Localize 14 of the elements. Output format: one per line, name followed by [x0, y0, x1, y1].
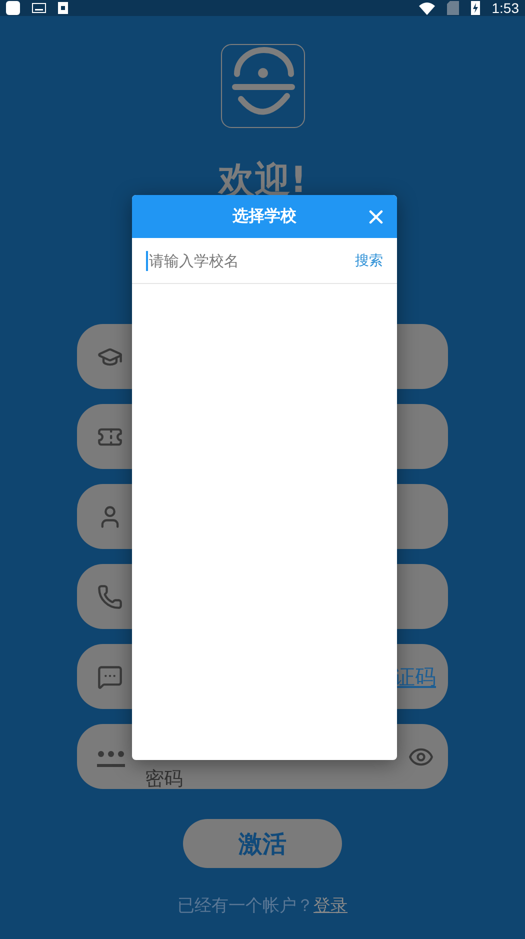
login-link[interactable]: 登录: [314, 894, 348, 917]
app-notification-icon: [6, 1, 20, 15]
message-icon: [97, 664, 123, 690]
phone-icon: [97, 584, 123, 610]
activate-button[interactable]: 激活: [183, 819, 342, 868]
wifi-icon: [418, 2, 435, 14]
keyboard-icon: [32, 3, 46, 13]
welcome-title: 欢迎!: [218, 162, 307, 200]
password-placeholder: 密码: [145, 766, 183, 792]
search-button[interactable]: 搜索: [355, 252, 383, 270]
account-prompt: 已经有一个帐户？: [178, 895, 314, 917]
no-sim-icon: [446, 1, 459, 15]
clock-time: 1:53: [492, 0, 519, 16]
dialog-title: 选择学校: [232, 206, 296, 227]
